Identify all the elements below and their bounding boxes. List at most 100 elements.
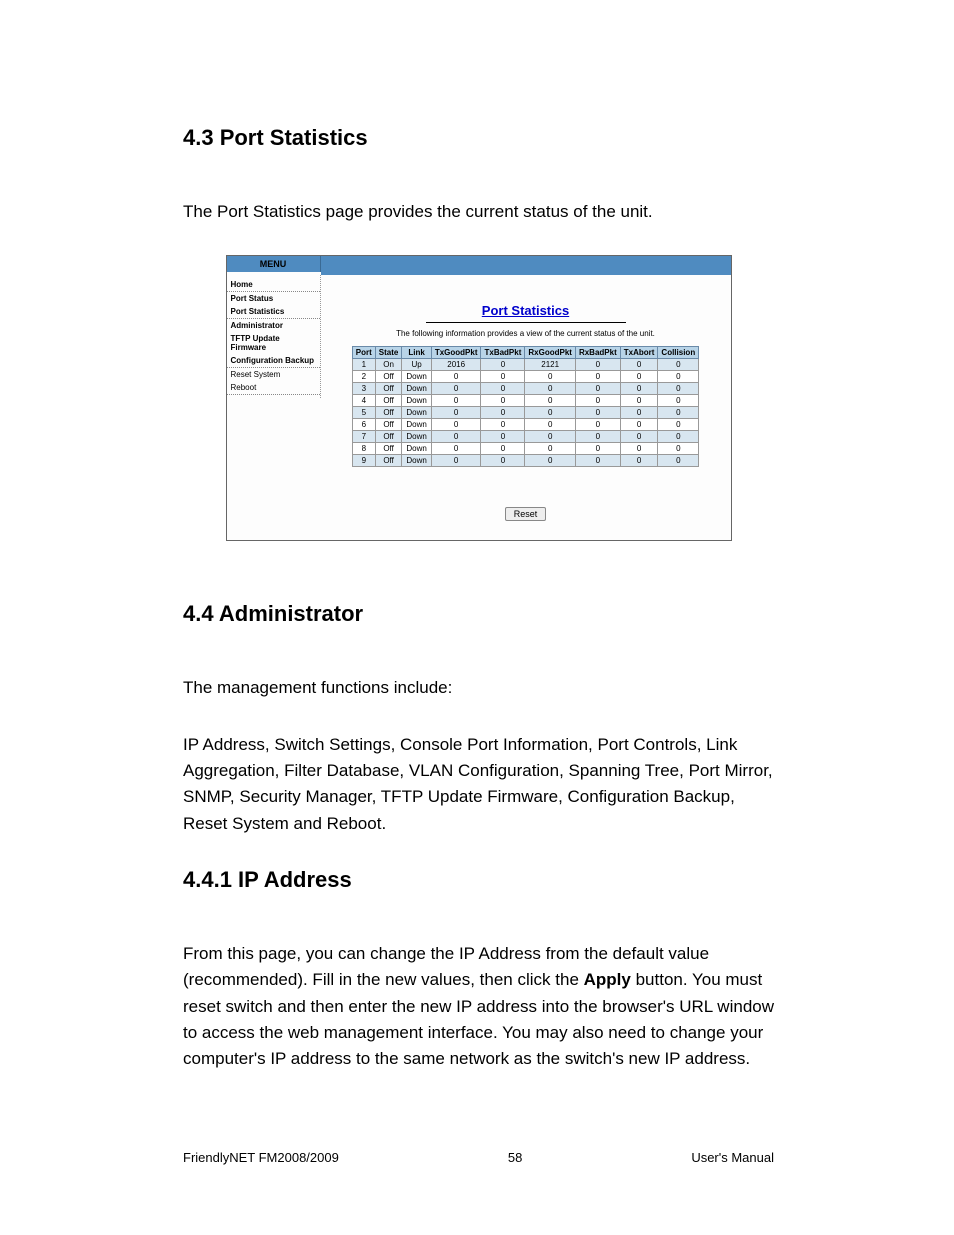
table-cell: 3 [352,383,375,395]
table-cell: 0 [620,383,658,395]
table-cell: 0 [525,431,576,443]
table-cell: 0 [658,407,699,419]
menu-item[interactable]: Home [227,278,320,292]
table-cell: 0 [658,383,699,395]
table-cell: 0 [658,455,699,467]
table-cell: 1 [352,359,375,371]
table-cell: Off [375,407,402,419]
table-cell: 0 [620,395,658,407]
paragraph-ip-address: From this page, you can change the IP Ad… [183,941,774,1073]
table-cell: 0 [525,383,576,395]
table-cell: 0 [481,383,525,395]
table-cell: 0 [481,371,525,383]
menu-list: HomePort StatusPort StatisticsAdministra… [227,275,321,398]
port-statistics-screenshot: MENU HomePort StatusPort StatisticsAdmin… [226,255,732,541]
table-cell: 0 [481,359,525,371]
footer-right: User's Manual [691,1150,774,1165]
table-cell: 0 [620,371,658,383]
menu-item[interactable]: Port Status [227,292,320,305]
table-cell: 0 [525,455,576,467]
table-cell: 0 [431,419,481,431]
table-cell: 0 [431,443,481,455]
menu-item[interactable]: Configuration Backup [227,354,320,368]
footer-page-number: 58 [508,1150,522,1165]
table-cell: 6 [352,419,375,431]
table-cell: 0 [525,443,576,455]
table-cell: 0 [431,431,481,443]
table-cell: 0 [481,419,525,431]
table-cell: 0 [575,359,620,371]
table-cell: 0 [620,431,658,443]
table-row: 5OffDown000000 [352,407,698,419]
table-cell: 0 [431,395,481,407]
table-cell: 0 [481,395,525,407]
table-cell: 0 [575,431,620,443]
table-cell: 0 [575,371,620,383]
table-cell: 7 [352,431,375,443]
table-column-header: Link [402,347,431,359]
table-cell: 0 [525,395,576,407]
table-cell: 0 [575,443,620,455]
table-column-header: RxBadPkt [575,347,620,359]
heading-administrator: 4.4 Administrator [183,601,774,627]
paragraph-admin-list: IP Address, Switch Settings, Console Por… [183,732,774,837]
table-cell: 0 [525,407,576,419]
table-cell: 0 [575,407,620,419]
panel-title: Port Statistics [482,303,569,318]
table-cell: Down [402,431,431,443]
header-bar [321,256,731,275]
table-cell: 0 [658,371,699,383]
table-cell: 0 [575,383,620,395]
table-cell: Off [375,455,402,467]
table-cell: 0 [481,455,525,467]
heading-ip-address: 4.4.1 IP Address [183,867,774,893]
table-cell: Down [402,371,431,383]
panel-subtitle: The following information provides a vie… [321,329,731,338]
table-cell: 0 [431,407,481,419]
table-row: 7OffDown000000 [352,431,698,443]
table-cell: Down [402,395,431,407]
table-cell: 8 [352,443,375,455]
table-cell: Off [375,443,402,455]
menu-item[interactable]: Reset System [227,368,320,381]
table-cell: 0 [481,431,525,443]
menu-item[interactable]: TFTP Update Firmware [227,332,320,354]
table-column-header: State [375,347,402,359]
menu-item[interactable]: Reboot [227,381,320,395]
menu-item[interactable]: Administrator [227,319,320,332]
table-column-header: RxGoodPkt [525,347,576,359]
table-cell: 0 [575,419,620,431]
footer-left: FriendlyNET FM2008/2009 [183,1150,339,1165]
table-cell: Up [402,359,431,371]
table-cell: 0 [658,419,699,431]
table-cell: 0 [620,407,658,419]
table-column-header: Collision [658,347,699,359]
table-row: 6OffDown000000 [352,419,698,431]
reset-button[interactable]: Reset [505,507,547,521]
menu-item[interactable]: Port Statistics [227,305,320,319]
table-cell: 0 [525,419,576,431]
table-cell: 0 [481,407,525,419]
table-cell: Down [402,407,431,419]
table-cell: On [375,359,402,371]
table-cell: 9 [352,455,375,467]
table-cell: 0 [481,443,525,455]
heading-port-statistics: 4.3 Port Statistics [183,125,774,151]
table-column-header: TxAbort [620,347,658,359]
page-footer: FriendlyNET FM2008/2009 58 User's Manual [183,1150,774,1165]
table-cell: Down [402,419,431,431]
table-cell: Off [375,383,402,395]
table-cell: Off [375,371,402,383]
table-row: 4OffDown000000 [352,395,698,407]
table-cell: 0 [575,395,620,407]
table-row: 8OffDown000000 [352,443,698,455]
table-cell: 2016 [431,359,481,371]
table-cell: 0 [658,395,699,407]
table-cell: Off [375,419,402,431]
port-statistics-table: PortStateLinkTxGoodPktTxBadPktRxGoodPktR… [352,346,699,467]
table-cell: 0 [575,455,620,467]
table-cell: 4 [352,395,375,407]
table-cell: 0 [620,419,658,431]
table-cell: 0 [431,383,481,395]
table-cell: Off [375,431,402,443]
